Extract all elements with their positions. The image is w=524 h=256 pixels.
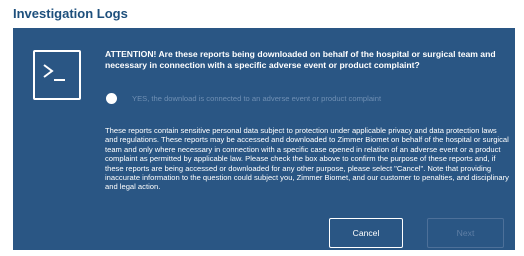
- attention-question: ATTENTION! Are these reports being downl…: [105, 49, 496, 70]
- privacy-notice-text: These reports contain sensitive personal…: [105, 126, 509, 192]
- terminal-icon: [33, 50, 81, 100]
- next-button[interactable]: Next: [427, 218, 504, 248]
- confirm-radio-label[interactable]: YES, the download is connected to an adv…: [132, 94, 381, 103]
- cancel-button[interactable]: Cancel: [329, 218, 403, 248]
- confirm-radio[interactable]: [106, 93, 117, 104]
- page-title: Investigation Logs: [13, 6, 128, 21]
- confirmation-dialog: ATTENTION! Are these reports being downl…: [13, 28, 515, 250]
